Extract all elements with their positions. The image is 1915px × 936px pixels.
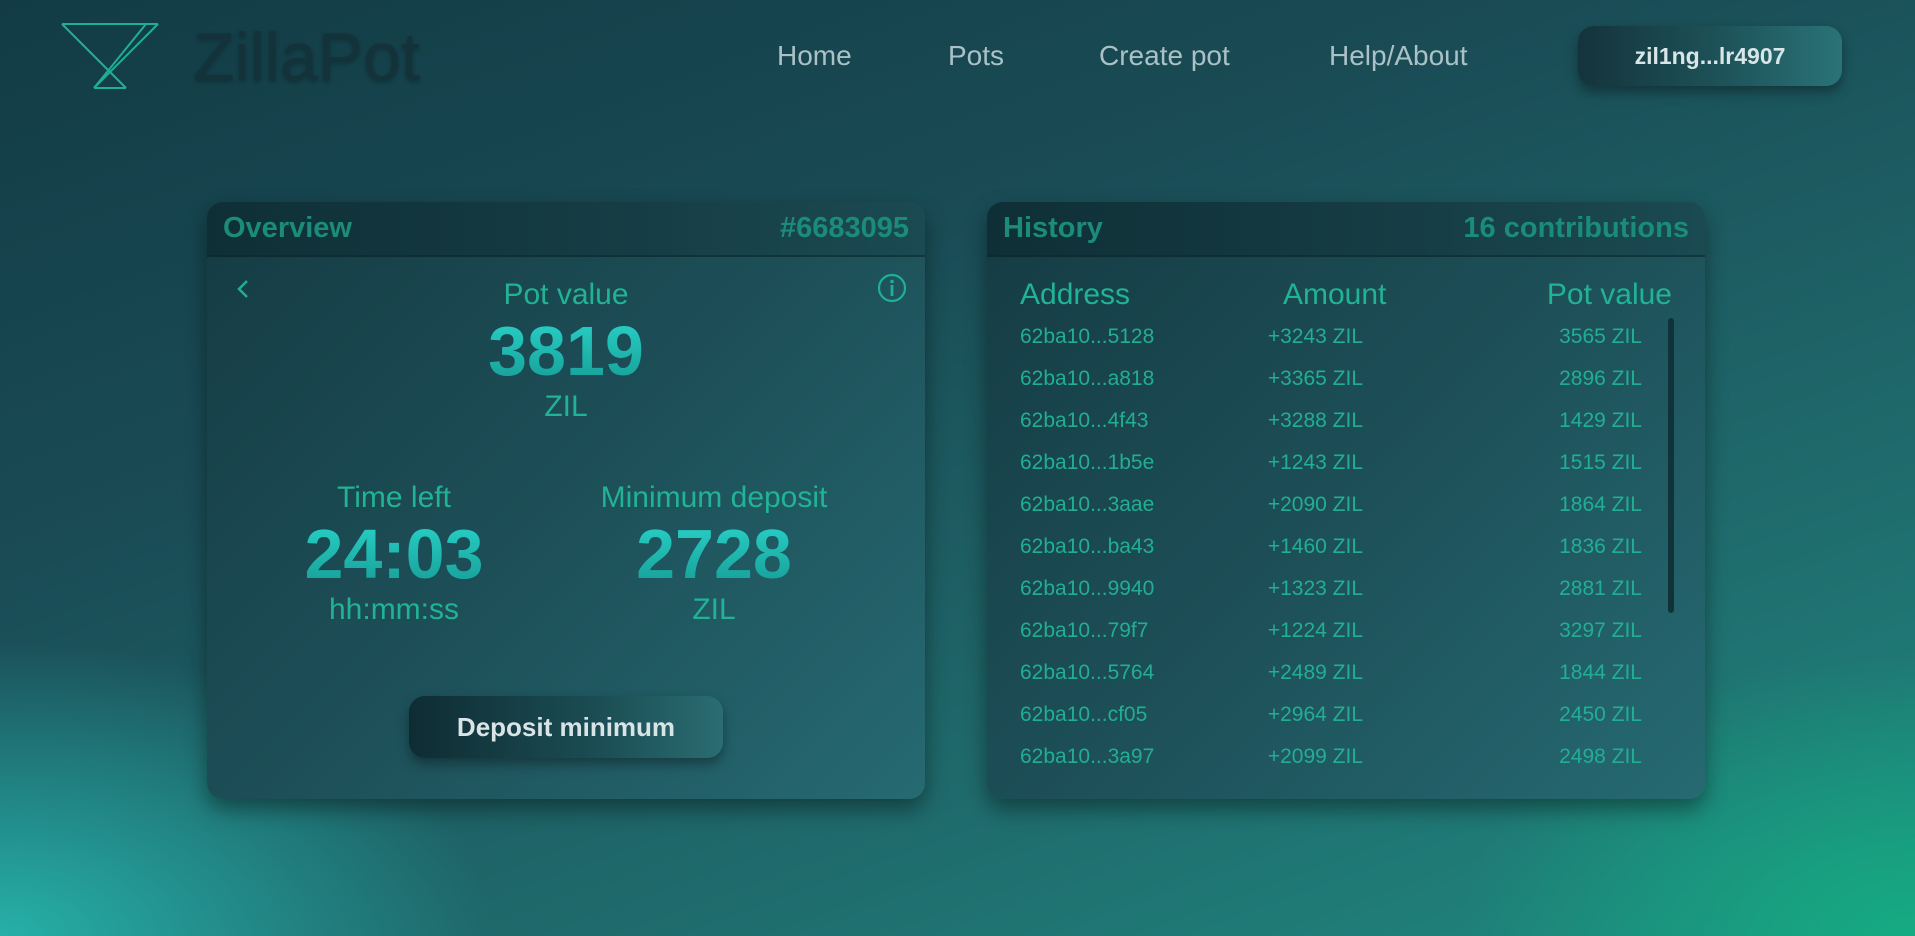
table-row: 62ba10...ba43 +1460 ZIL 1836 ZIL: [1020, 525, 1660, 567]
row-amount: +3288 ZIL: [1267, 409, 1363, 432]
row-address[interactable]: 62ba10...3aae: [1020, 493, 1154, 517]
brand-name[interactable]: ZillaPot: [193, 18, 420, 96]
row-pot-value: 2881 ZIL: [1559, 577, 1642, 600]
row-amount: +3365 ZIL: [1267, 367, 1363, 390]
row-amount: +3243 ZIL: [1267, 325, 1363, 348]
time-left-unit: hh:mm:ss: [328, 593, 460, 626]
time-left-number: 24:03: [244, 515, 544, 593]
nav-pots[interactable]: Pots: [948, 40, 1004, 72]
row-address[interactable]: 62ba10...4f43: [1020, 409, 1148, 433]
zillapot-logo-icon: [61, 23, 159, 89]
contributions-count: 16 contributions: [1463, 212, 1689, 244]
column-address: Address: [1020, 278, 1131, 311]
overview-card: Overview #6683095 Pot value 3819 ZIL Tim…: [207, 202, 925, 799]
pot-value-unit: ZIL: [544, 390, 588, 423]
row-amount: +2090 ZIL: [1267, 493, 1363, 516]
history-list[interactable]: 62ba10...5128 +3243 ZIL 3565 ZIL 62ba10.…: [1020, 315, 1660, 769]
history-scrollbar[interactable]: [1668, 318, 1674, 613]
row-amount: +1323 ZIL: [1267, 577, 1363, 600]
row-amount: +1224 ZIL: [1267, 619, 1363, 642]
table-row: 62ba10...4f43 +3288 ZIL 1429 ZIL: [1020, 399, 1660, 441]
row-amount: +2489 ZIL: [1267, 661, 1363, 684]
time-left-stat: Time left 24:03 hh:mm:ss: [244, 481, 544, 627]
history-card: History 16 contributions Address Amount …: [987, 202, 1705, 799]
overview-header: Overview #6683095: [207, 202, 925, 257]
row-address[interactable]: 62ba10...cf05: [1020, 703, 1147, 727]
history-title: History: [1003, 212, 1103, 244]
row-address[interactable]: 62ba10...ba43: [1020, 535, 1154, 559]
row-pot-value: 2896 ZIL: [1559, 367, 1642, 390]
table-row: 62ba10...5764 +2489 ZIL 1844 ZIL: [1020, 651, 1660, 693]
table-row: 62ba10...3aae +2090 ZIL 1864 ZIL: [1020, 483, 1660, 525]
row-pot-value: 2450 ZIL: [1559, 703, 1642, 726]
row-amount: +2099 ZIL: [1267, 745, 1363, 768]
row-pot-value: 1515 ZIL: [1559, 451, 1642, 474]
history-columns: Address Amount Pot value: [1020, 278, 1672, 318]
row-address[interactable]: 62ba10...5128: [1020, 325, 1154, 349]
min-deposit-unit: ZIL: [692, 593, 736, 626]
table-row: 62ba10...9940 +1323 ZIL 2881 ZIL: [1020, 567, 1660, 609]
row-address[interactable]: 62ba10...1b5e: [1020, 451, 1154, 475]
table-row: 62ba10...a818 +3365 ZIL 2896 ZIL: [1020, 357, 1660, 399]
pot-value-stat: Pot value 3819 ZIL: [416, 278, 716, 424]
time-left-label: Time left: [337, 481, 451, 514]
row-pot-value: 2498 ZIL: [1559, 745, 1642, 768]
row-pot-value: 3297 ZIL: [1559, 619, 1642, 642]
pot-value-label: Pot value: [503, 278, 629, 311]
nav-create-pot[interactable]: Create pot: [1099, 40, 1230, 72]
column-pot-value: Pot value: [1546, 278, 1672, 311]
row-pot-value: 1836 ZIL: [1559, 535, 1642, 558]
row-pot-value: 1429 ZIL: [1559, 409, 1642, 432]
history-header: History 16 contributions: [987, 202, 1705, 257]
row-address[interactable]: 62ba10...79f7: [1020, 619, 1148, 643]
row-amount: +1460 ZIL: [1267, 535, 1363, 558]
table-row: 62ba10...5128 +3243 ZIL 3565 ZIL: [1020, 315, 1660, 357]
table-row: 62ba10...1b5e +1243 ZIL 1515 ZIL: [1020, 441, 1660, 483]
info-icon[interactable]: [876, 272, 908, 304]
row-pot-value: 1864 ZIL: [1559, 493, 1642, 516]
row-pot-value: 1844 ZIL: [1559, 661, 1642, 684]
table-row: 62ba10...79f7 +1224 ZIL 3297 ZIL: [1020, 609, 1660, 651]
overview-title: Overview: [223, 212, 352, 244]
min-deposit-stat: Minimum deposit 2728 ZIL: [564, 481, 864, 627]
nav-help-about[interactable]: Help/About: [1329, 40, 1468, 72]
row-amount: +2964 ZIL: [1267, 703, 1363, 726]
pot-id: #6683095: [779, 212, 909, 244]
row-pot-value: 3565 ZIL: [1559, 325, 1642, 348]
nav-home[interactable]: Home: [777, 40, 852, 72]
row-address[interactable]: 62ba10...3a97: [1020, 745, 1154, 769]
row-amount: +1243 ZIL: [1267, 451, 1363, 474]
chevron-left-icon[interactable]: [233, 278, 255, 300]
table-row: 62ba10...cf05 +2964 ZIL 2450 ZIL: [1020, 693, 1660, 735]
row-address[interactable]: 62ba10...9940: [1020, 577, 1154, 601]
row-address[interactable]: 62ba10...5764: [1020, 661, 1154, 685]
column-amount: Amount: [1283, 278, 1387, 311]
deposit-minimum-button[interactable]: Deposit minimum: [409, 696, 723, 758]
min-deposit-number: 2728: [564, 515, 864, 593]
pot-value-number: 3819: [416, 312, 716, 390]
min-deposit-label: Minimum deposit: [600, 481, 828, 514]
table-row: 62ba10...3a97 +2099 ZIL 2498 ZIL: [1020, 735, 1660, 769]
wallet-button[interactable]: zil1ng...lr4907: [1578, 26, 1842, 86]
row-address[interactable]: 62ba10...a818: [1020, 367, 1154, 391]
